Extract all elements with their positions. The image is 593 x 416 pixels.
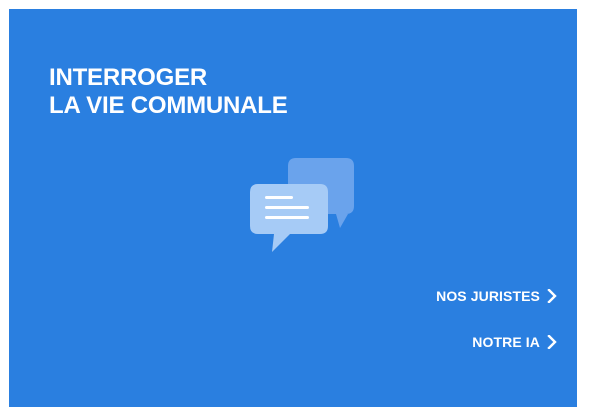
chat-text-line-2 bbox=[265, 206, 309, 209]
chat-text-line-1 bbox=[265, 196, 293, 199]
nos-juristes-label: NOS JURISTES bbox=[436, 288, 540, 304]
chat-text-line-3 bbox=[265, 216, 309, 219]
notre-ia-link[interactable]: NOTRE IA bbox=[472, 332, 557, 352]
card-title: INTERROGER LA VIE COMMUNALE bbox=[49, 64, 288, 120]
chat-bubbles-icon bbox=[250, 158, 354, 252]
nos-juristes-link[interactable]: NOS JURISTES bbox=[436, 286, 557, 306]
card-links: NOS JURISTES NOTRE IA bbox=[436, 286, 557, 352]
chevron-right-icon bbox=[547, 335, 557, 349]
chevron-right-icon bbox=[547, 289, 557, 303]
service-card: INTERROGER LA VIE COMMUNALE NOS JURISTES… bbox=[9, 9, 577, 407]
card-title-line-2: LA VIE COMMUNALE bbox=[49, 92, 288, 119]
card-title-line-1: INTERROGER bbox=[49, 64, 208, 91]
notre-ia-label: NOTRE IA bbox=[472, 334, 540, 350]
